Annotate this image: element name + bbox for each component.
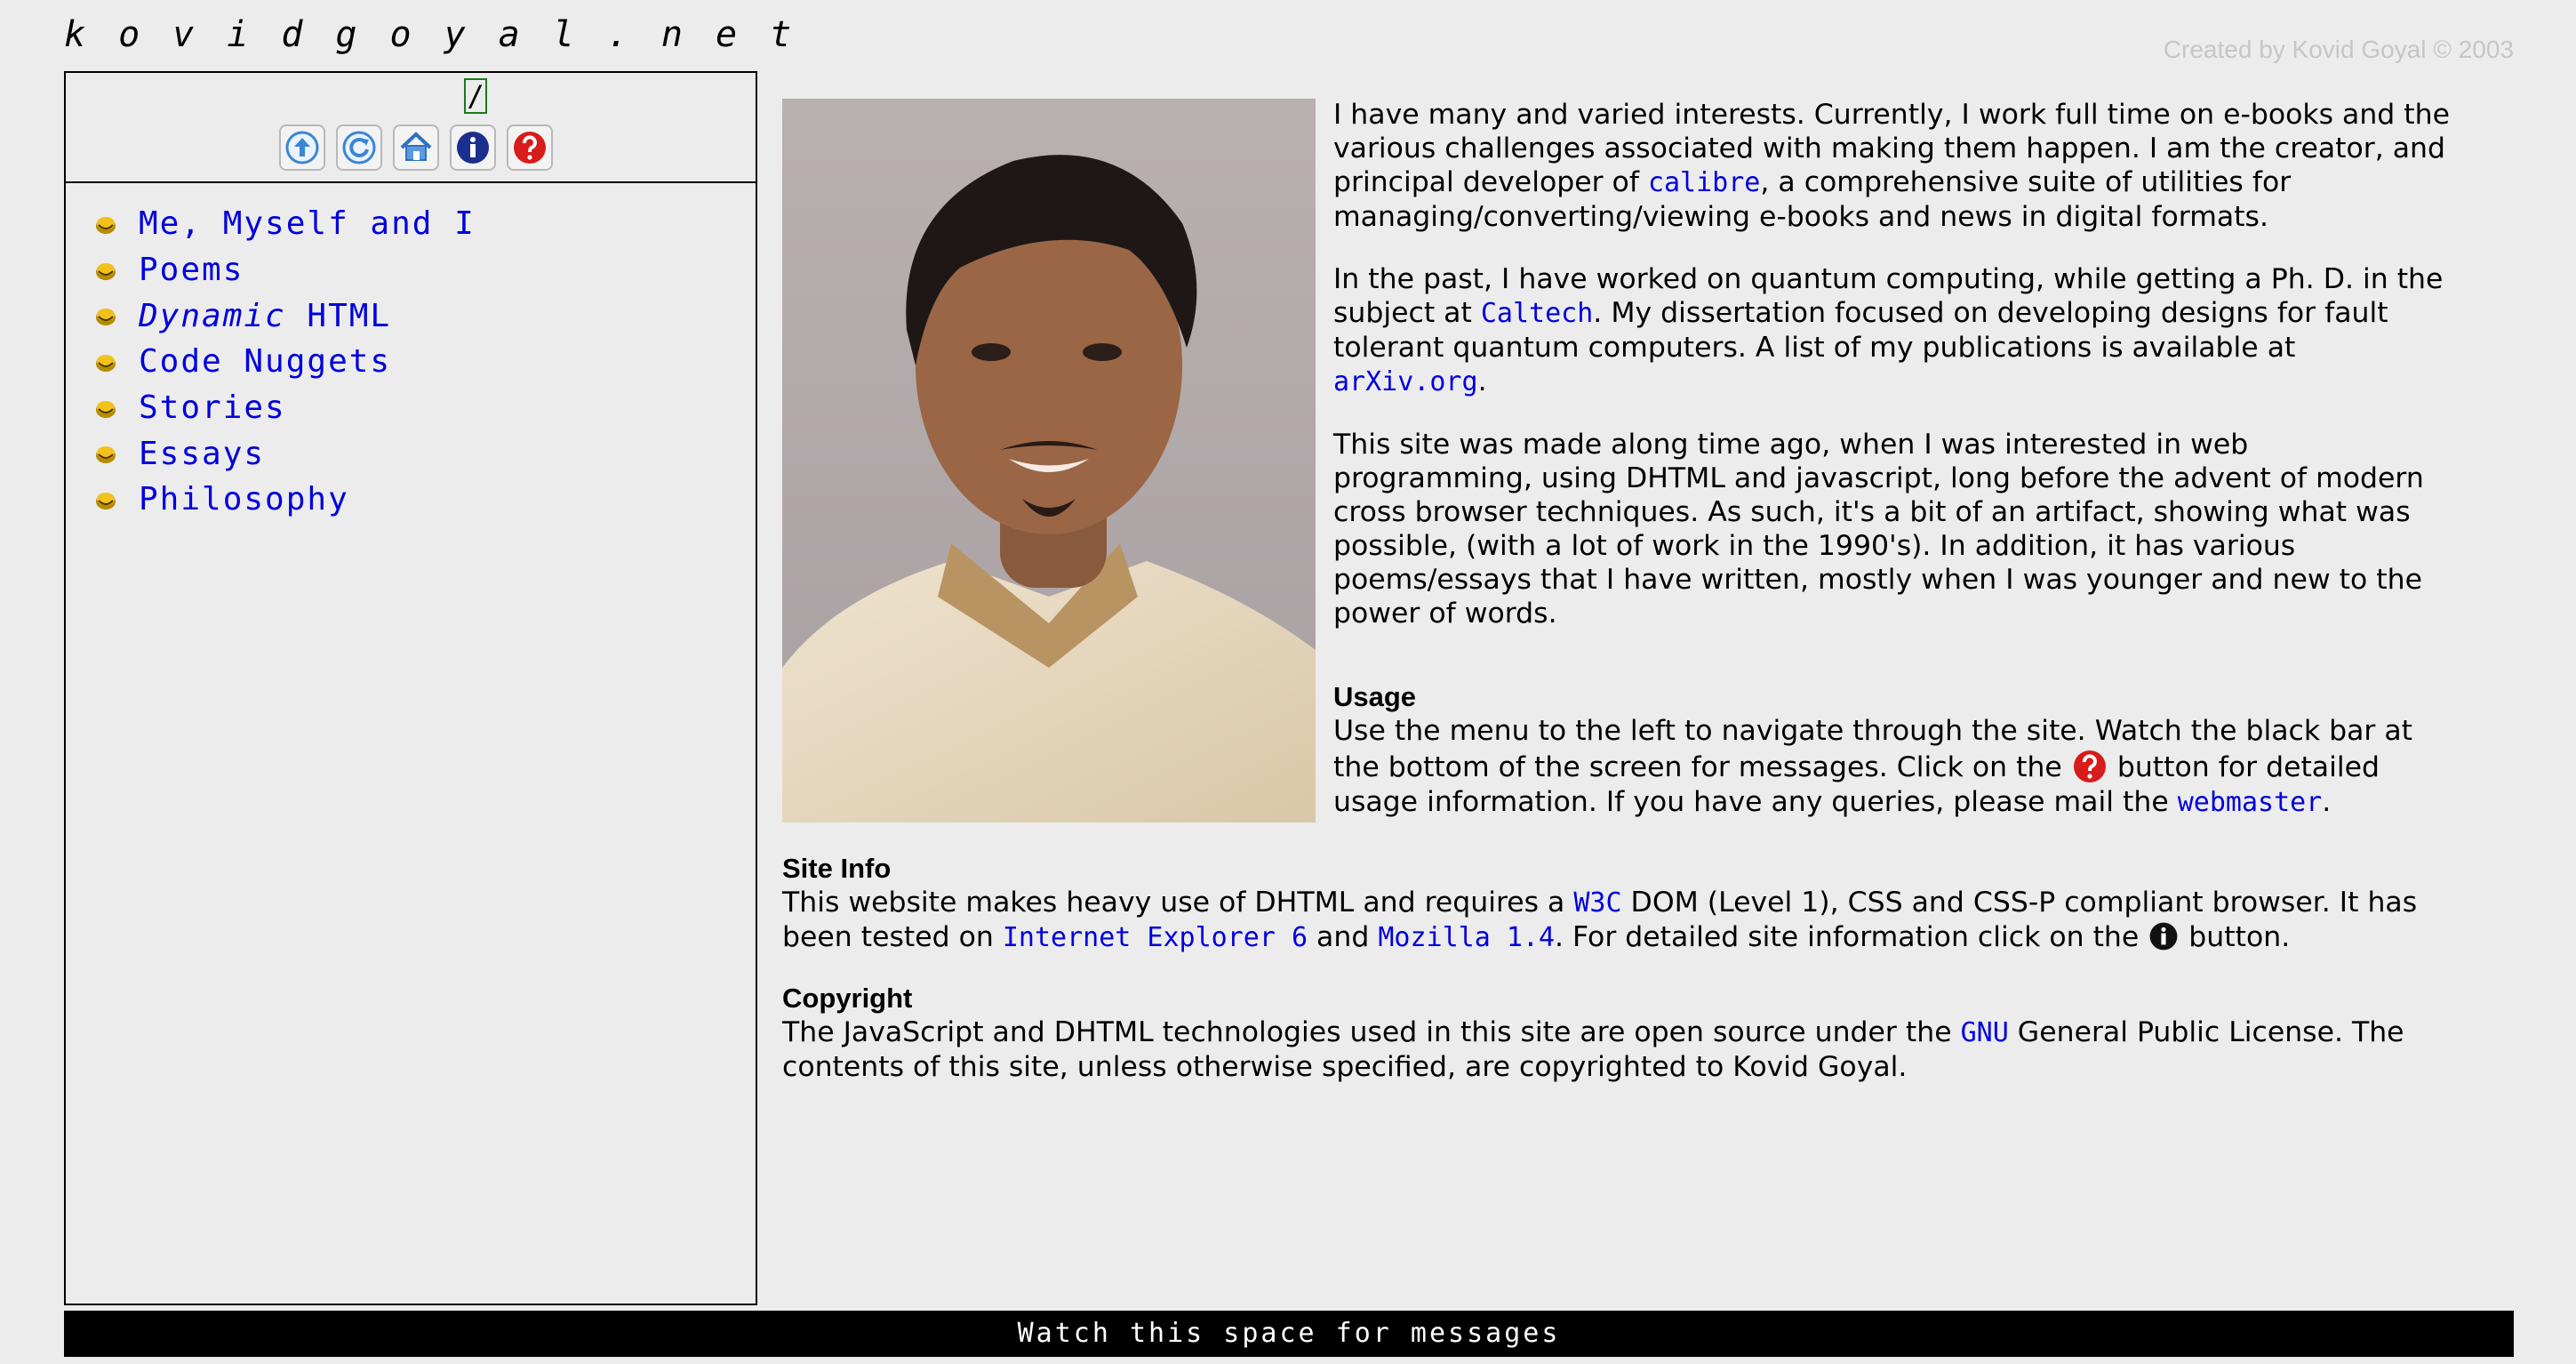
site-info-section: Site Info This website makes heavy use o… (782, 852, 2453, 955)
menu-link[interactable]: Poems (139, 252, 244, 288)
toolbar (279, 124, 553, 171)
info-icon-inline (2148, 920, 2180, 952)
copyright-heading: Copyright (782, 983, 913, 1014)
up-button[interactable] (279, 124, 325, 171)
intro-paragraph-3: This site was made along time ago, when … (1333, 429, 2424, 630)
text: . (2322, 786, 2332, 818)
intro-paragraph-1: I have many and varied interests. Curren… (1333, 98, 2453, 234)
usage-heading: Usage (1333, 681, 1417, 712)
sidebar: / Me, Myself and I Poems Dynamic HTML Co… (64, 71, 757, 1305)
up-arrow-icon (285, 131, 319, 164)
bullet-icon (96, 446, 116, 464)
menu-link-rest: HTML (285, 297, 392, 334)
site-title: kovidgoyal.net (64, 14, 825, 55)
nav-menu: Me, Myself and I Poems Dynamic HTML Code… (66, 183, 756, 523)
menu-link[interactable]: Dynamic HTML (139, 298, 391, 334)
reload-icon (342, 131, 376, 164)
calibre-link[interactable]: calibre (1648, 167, 1760, 198)
portrait-photo (782, 99, 1316, 822)
menu-link[interactable]: Essays (139, 436, 265, 472)
path-indicator: / (464, 78, 487, 114)
home-button[interactable] (393, 124, 439, 171)
text: . For detailed site information click on… (1555, 921, 2148, 953)
text: This website makes heavy use of DHTML an… (782, 887, 1574, 919)
intro-paragraph-2: In the past, I have worked on quantum co… (1333, 262, 2453, 399)
caltech-link[interactable]: Caltech (1481, 298, 1593, 329)
help-icon-inline (2071, 748, 2108, 785)
menu-link[interactable]: Stories (139, 389, 286, 426)
site-info-heading: Site Info (782, 853, 892, 884)
bottom-section: Site Info This website makes heavy use o… (782, 852, 2453, 1111)
menu-item-me-myself-and-i[interactable]: Me, Myself and I (94, 201, 756, 247)
text: . (1477, 365, 1487, 397)
info-button[interactable] (450, 124, 496, 171)
menu-item-essays[interactable]: Essays (94, 430, 756, 477)
ie6-link[interactable]: Internet Explorer 6 (1003, 922, 1308, 953)
portrait-illustration (782, 99, 1316, 822)
bullet-icon (96, 354, 116, 372)
info-icon (457, 132, 489, 164)
text: The JavaScript and DHTML technologies us… (782, 1016, 1961, 1048)
menu-item-dynamic-html[interactable]: Dynamic HTML (94, 293, 756, 339)
credit-text: Created by Kovid Goyal © 2003 (2163, 36, 2514, 63)
home-icon (400, 132, 432, 161)
menu-item-philosophy[interactable]: Philosophy (94, 477, 756, 523)
text: and (1308, 921, 1379, 953)
text: button. (2180, 921, 2291, 953)
menu-item-stories[interactable]: Stories (94, 385, 756, 431)
help-button[interactable] (507, 124, 553, 171)
status-bar: Watch this space for messages (64, 1311, 2514, 1357)
bullet-icon (96, 262, 116, 280)
gnu-link[interactable]: GNU (1961, 1017, 2009, 1048)
menu-item-code-nuggets[interactable]: Code Nuggets (94, 339, 756, 385)
menu-item-poems[interactable]: Poems (94, 247, 756, 293)
mozilla-link[interactable]: Mozilla 1.4 (1378, 922, 1555, 953)
bullet-icon (96, 309, 116, 326)
help-icon (514, 132, 546, 164)
bullet-icon (96, 216, 116, 234)
webmaster-link[interactable]: webmaster (2178, 787, 2323, 818)
reload-button[interactable] (336, 124, 382, 171)
menu-link[interactable]: Code Nuggets (139, 343, 391, 380)
bullet-icon (96, 492, 116, 509)
menu-link[interactable]: Me, Myself and I (139, 205, 476, 242)
w3c-link[interactable]: W3C (1573, 887, 1621, 919)
menu-link[interactable]: Philosophy (139, 481, 349, 518)
copyright-section: Copyright The JavaScript and DHTML techn… (782, 982, 2453, 1084)
intro-section: I have many and varied interests. Curren… (1333, 98, 2453, 848)
arxiv-link[interactable]: arXiv.org (1333, 366, 1478, 397)
bullet-icon (96, 400, 116, 418)
menu-link-italic-part: Dynamic (139, 297, 286, 334)
usage-section: Usage Use the menu to the left to naviga… (1333, 680, 2453, 820)
sidebar-header: / (66, 73, 756, 183)
